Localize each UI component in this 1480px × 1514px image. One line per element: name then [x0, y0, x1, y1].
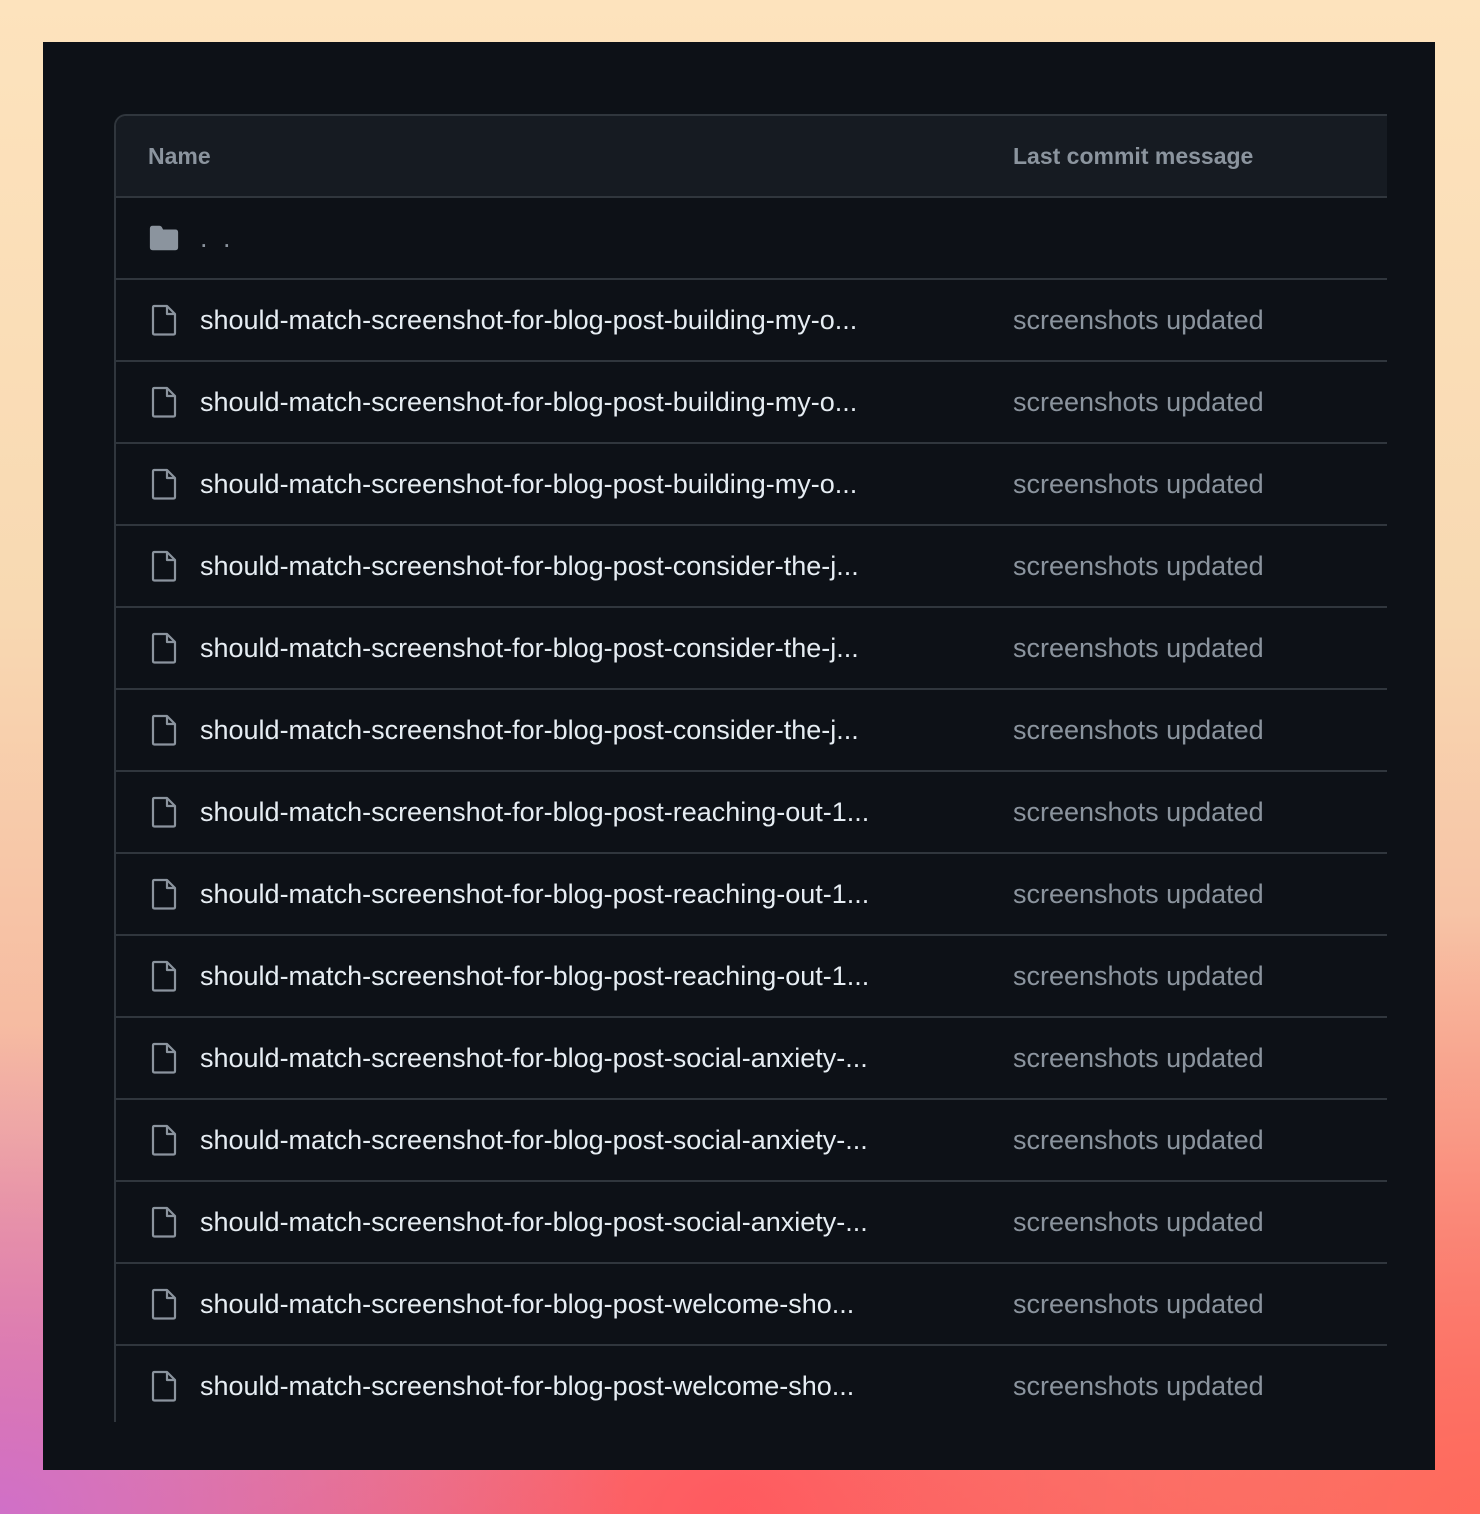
file-icon	[148, 632, 180, 664]
parent-directory-row[interactable]: . .	[116, 198, 1387, 280]
file-icon	[148, 386, 180, 418]
file-icon	[148, 1124, 180, 1156]
commit-message-link[interactable]: screenshots updated	[1013, 633, 1264, 664]
file-icon	[148, 550, 180, 582]
commit-message-link[interactable]: screenshots updated	[1013, 797, 1264, 828]
file-name-link[interactable]: should-match-screenshot-for-blog-post-so…	[200, 1043, 868, 1074]
file-table: Name Last commit message . . should-matc…	[114, 114, 1387, 1422]
file-icon	[148, 1042, 180, 1074]
file-name-link[interactable]: should-match-screenshot-for-blog-post-so…	[200, 1207, 868, 1238]
parent-directory-link[interactable]: . .	[200, 223, 235, 254]
file-name-link[interactable]: should-match-screenshot-for-blog-post-bu…	[200, 387, 857, 418]
table-row[interactable]: should-match-screenshot-for-blog-post-co…	[116, 526, 1387, 608]
file-icon	[148, 878, 180, 910]
file-name-link[interactable]: should-match-screenshot-for-blog-post-re…	[200, 961, 869, 992]
table-row[interactable]: should-match-screenshot-for-blog-post-bu…	[116, 280, 1387, 362]
column-header-name: Name	[148, 142, 211, 169]
file-name-link[interactable]: should-match-screenshot-for-blog-post-co…	[200, 633, 859, 664]
file-icon	[148, 304, 180, 336]
table-row[interactable]: should-match-screenshot-for-blog-post-we…	[116, 1264, 1387, 1346]
file-icon	[148, 714, 180, 746]
table-row[interactable]: should-match-screenshot-for-blog-post-bu…	[116, 362, 1387, 444]
folder-icon	[148, 222, 180, 254]
commit-message-link[interactable]: screenshots updated	[1013, 715, 1264, 746]
file-icon	[148, 1206, 180, 1238]
app-window: Name Last commit message . . should-matc…	[43, 42, 1435, 1470]
table-row[interactable]: should-match-screenshot-for-blog-post-re…	[116, 772, 1387, 854]
commit-message-link[interactable]: screenshots updated	[1013, 961, 1264, 992]
file-icon	[148, 1370, 180, 1402]
commit-message-link[interactable]: screenshots updated	[1013, 879, 1264, 910]
commit-message-link[interactable]: screenshots updated	[1013, 469, 1264, 500]
commit-message-link[interactable]: screenshots updated	[1013, 387, 1264, 418]
table-row[interactable]: should-match-screenshot-for-blog-post-co…	[116, 608, 1387, 690]
file-name-link[interactable]: should-match-screenshot-for-blog-post-re…	[200, 797, 869, 828]
file-icon	[148, 796, 180, 828]
table-row[interactable]: should-match-screenshot-for-blog-post-we…	[116, 1346, 1387, 1422]
table-row[interactable]: should-match-screenshot-for-blog-post-so…	[116, 1018, 1387, 1100]
table-row[interactable]: should-match-screenshot-for-blog-post-co…	[116, 690, 1387, 772]
commit-message-link[interactable]: screenshots updated	[1013, 1043, 1264, 1074]
file-rows: should-match-screenshot-for-blog-post-bu…	[116, 280, 1387, 1422]
file-name-link[interactable]: should-match-screenshot-for-blog-post-we…	[200, 1371, 854, 1402]
commit-message-link[interactable]: screenshots updated	[1013, 1125, 1264, 1156]
commit-message-link[interactable]: screenshots updated	[1013, 1289, 1264, 1320]
file-icon	[148, 960, 180, 992]
file-name-link[interactable]: should-match-screenshot-for-blog-post-re…	[200, 879, 869, 910]
table-row[interactable]: should-match-screenshot-for-blog-post-so…	[116, 1182, 1387, 1264]
column-header-last-commit-message: Last commit message	[1013, 142, 1254, 169]
commit-message-link[interactable]: screenshots updated	[1013, 1371, 1264, 1402]
file-icon	[148, 1288, 180, 1320]
table-row[interactable]: should-match-screenshot-for-blog-post-bu…	[116, 444, 1387, 526]
file-name-link[interactable]: should-match-screenshot-for-blog-post-co…	[200, 551, 859, 582]
file-name-link[interactable]: should-match-screenshot-for-blog-post-bu…	[200, 469, 857, 500]
commit-message-link[interactable]: screenshots updated	[1013, 305, 1264, 336]
table-row[interactable]: should-match-screenshot-for-blog-post-so…	[116, 1100, 1387, 1182]
file-name-link[interactable]: should-match-screenshot-for-blog-post-we…	[200, 1289, 854, 1320]
table-header: Name Last commit message	[116, 116, 1387, 198]
commit-message-link[interactable]: screenshots updated	[1013, 1207, 1264, 1238]
table-row[interactable]: should-match-screenshot-for-blog-post-re…	[116, 854, 1387, 936]
file-name-link[interactable]: should-match-screenshot-for-blog-post-bu…	[200, 305, 857, 336]
commit-message-link[interactable]: screenshots updated	[1013, 551, 1264, 582]
file-icon	[148, 468, 180, 500]
file-name-link[interactable]: should-match-screenshot-for-blog-post-co…	[200, 715, 859, 746]
table-row[interactable]: should-match-screenshot-for-blog-post-re…	[116, 936, 1387, 1018]
file-name-link[interactable]: should-match-screenshot-for-blog-post-so…	[200, 1125, 868, 1156]
